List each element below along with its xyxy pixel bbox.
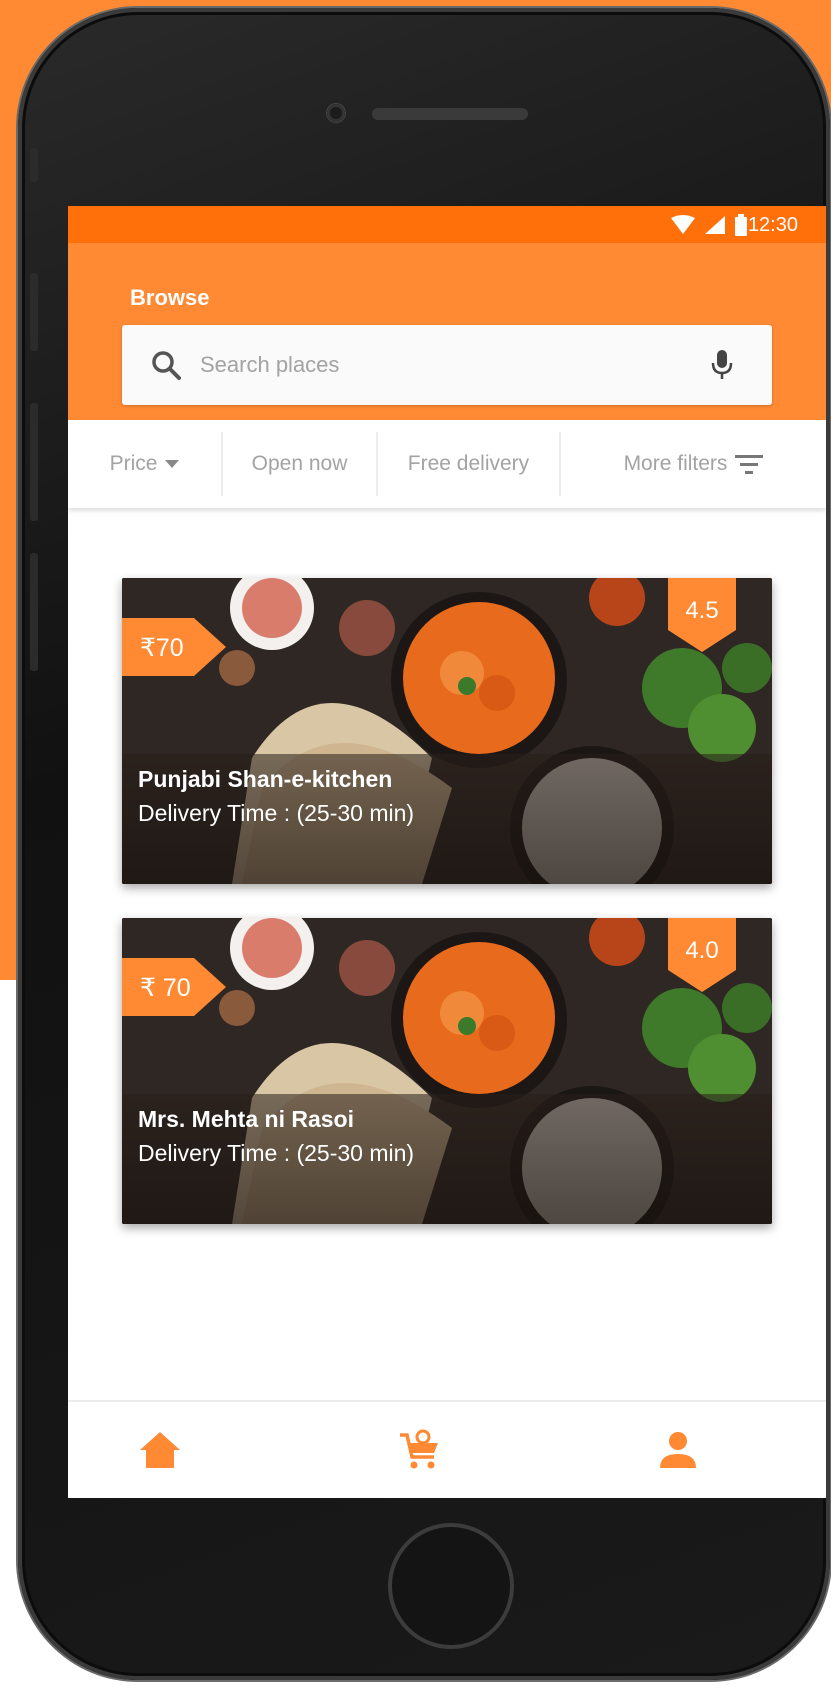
restaurant-card[interactable]: ₹70 4.5 Punjabi Shan-e-kitchen Delivery …	[122, 578, 772, 884]
bottom-navigation	[68, 1400, 826, 1498]
nav-home[interactable]	[134, 1424, 186, 1476]
filter-open-now-label: Open now	[251, 452, 348, 475]
filter-free-delivery[interactable]: Free delivery	[378, 432, 561, 496]
filter-bar: Price Open now Free delivery More filter…	[68, 420, 826, 508]
earpiece-speaker	[372, 108, 528, 120]
status-time: 12:30	[747, 214, 798, 236]
browse-header: Browse	[68, 243, 826, 420]
battery-icon	[735, 214, 747, 236]
app-screen: 12:30 Browse Price	[68, 206, 826, 1498]
wifi-icon	[671, 215, 695, 234]
front-camera	[327, 104, 345, 122]
price-label: ₹70	[140, 634, 184, 662]
nav-cart[interactable]	[394, 1424, 446, 1476]
filter-icon	[735, 455, 764, 474]
phone-home-button[interactable]	[388, 1523, 514, 1649]
microphone-icon[interactable]	[710, 349, 734, 381]
search-icon[interactable]	[150, 349, 182, 381]
dropdown-arrow-icon	[165, 460, 180, 468]
filter-open-now[interactable]: Open now	[223, 432, 378, 496]
filter-more[interactable]: More filters	[561, 432, 826, 496]
cart-icon	[400, 1429, 438, 1469]
filter-free-delivery-label: Free delivery	[407, 452, 530, 475]
rating-label: 4.5	[685, 597, 719, 624]
search-bar[interactable]	[122, 325, 772, 405]
restaurant-card[interactable]: ₹ 70 4.0 Mrs. Mehta ni Rasoi Delivery Ti…	[122, 918, 772, 1224]
phone-frame: 12:30 Browse Price	[18, 8, 830, 1680]
nav-profile[interactable]	[652, 1424, 704, 1476]
filter-price[interactable]: Price	[68, 432, 223, 496]
profile-icon	[660, 1432, 696, 1468]
delivery-time: Delivery Time : (25-30 min)	[138, 1140, 415, 1166]
price-label: ₹ 70	[140, 974, 191, 1002]
restaurant-name: Punjabi Shan-e-kitchen	[138, 766, 393, 792]
status-bar: 12:30	[68, 206, 826, 243]
page-title: Browse	[130, 285, 210, 310]
phone-volume-down	[30, 403, 38, 521]
home-icon	[140, 1432, 180, 1468]
filter-more-label: More filters	[623, 452, 728, 475]
phone-mute-switch	[30, 148, 38, 182]
signal-icon	[705, 216, 725, 234]
filter-price-label: Price	[109, 452, 158, 475]
phone-volume-up	[30, 273, 38, 351]
phone-side-button	[30, 553, 38, 671]
search-input[interactable]	[200, 325, 680, 405]
rating-label: 4.0	[685, 937, 719, 964]
delivery-time: Delivery Time : (25-30 min)	[138, 800, 415, 826]
restaurant-name: Mrs. Mehta ni Rasoi	[138, 1106, 354, 1132]
